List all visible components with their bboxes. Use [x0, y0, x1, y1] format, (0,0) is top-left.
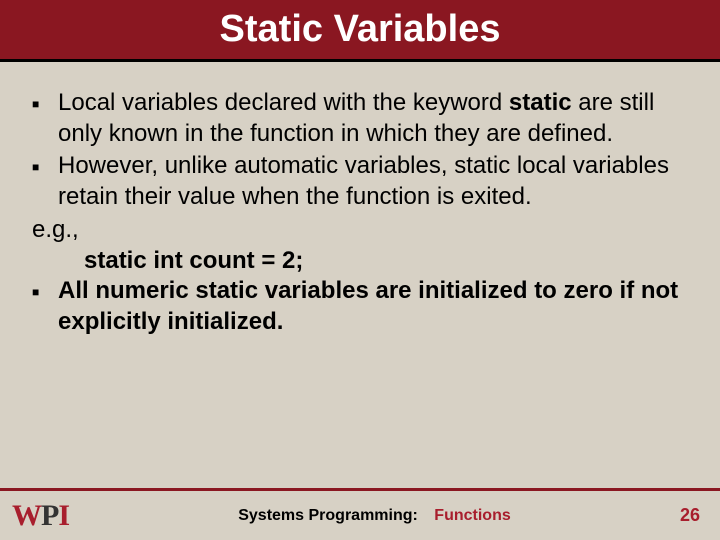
logo-letter: I — [58, 499, 69, 533]
footer-bar: WPI Systems Programming: Functions 26 — [0, 488, 720, 540]
bullet-text: All numeric static variables are initial… — [58, 276, 688, 337]
slide-body: ■ Local variables declared with the keyw… — [0, 62, 720, 338]
bullet-item: ■ However, unlike automatic variables, s… — [32, 151, 688, 212]
bullet-icon: ■ — [32, 276, 58, 337]
page-number: 26 — [680, 505, 700, 526]
bullet-icon: ■ — [32, 88, 58, 149]
title-bar: Static Variables — [0, 0, 720, 62]
code-example: static int count = 2; — [32, 246, 688, 277]
logo-letter: P — [41, 499, 58, 533]
example-label: e.g., — [32, 215, 688, 246]
slide-title: Static Variables — [220, 8, 501, 51]
footer-topic: Functions — [434, 507, 510, 524]
text-bold: static — [509, 89, 572, 116]
wpi-logo: WPI — [12, 499, 69, 533]
bullet-text: Local variables declared with the keywor… — [58, 88, 688, 149]
bullet-item: ■ Local variables declared with the keyw… — [32, 88, 688, 149]
bullet-icon: ■ — [32, 151, 58, 212]
logo-letter: W — [12, 499, 41, 533]
footer-caption: Systems Programming: Functions — [69, 507, 680, 525]
text-run: Local variables declared with the keywor… — [58, 89, 509, 116]
footer-course: Systems Programming: — [238, 507, 418, 524]
bullet-text: However, unlike automatic variables, sta… — [58, 151, 688, 212]
bullet-item: ■ All numeric static variables are initi… — [32, 276, 688, 337]
